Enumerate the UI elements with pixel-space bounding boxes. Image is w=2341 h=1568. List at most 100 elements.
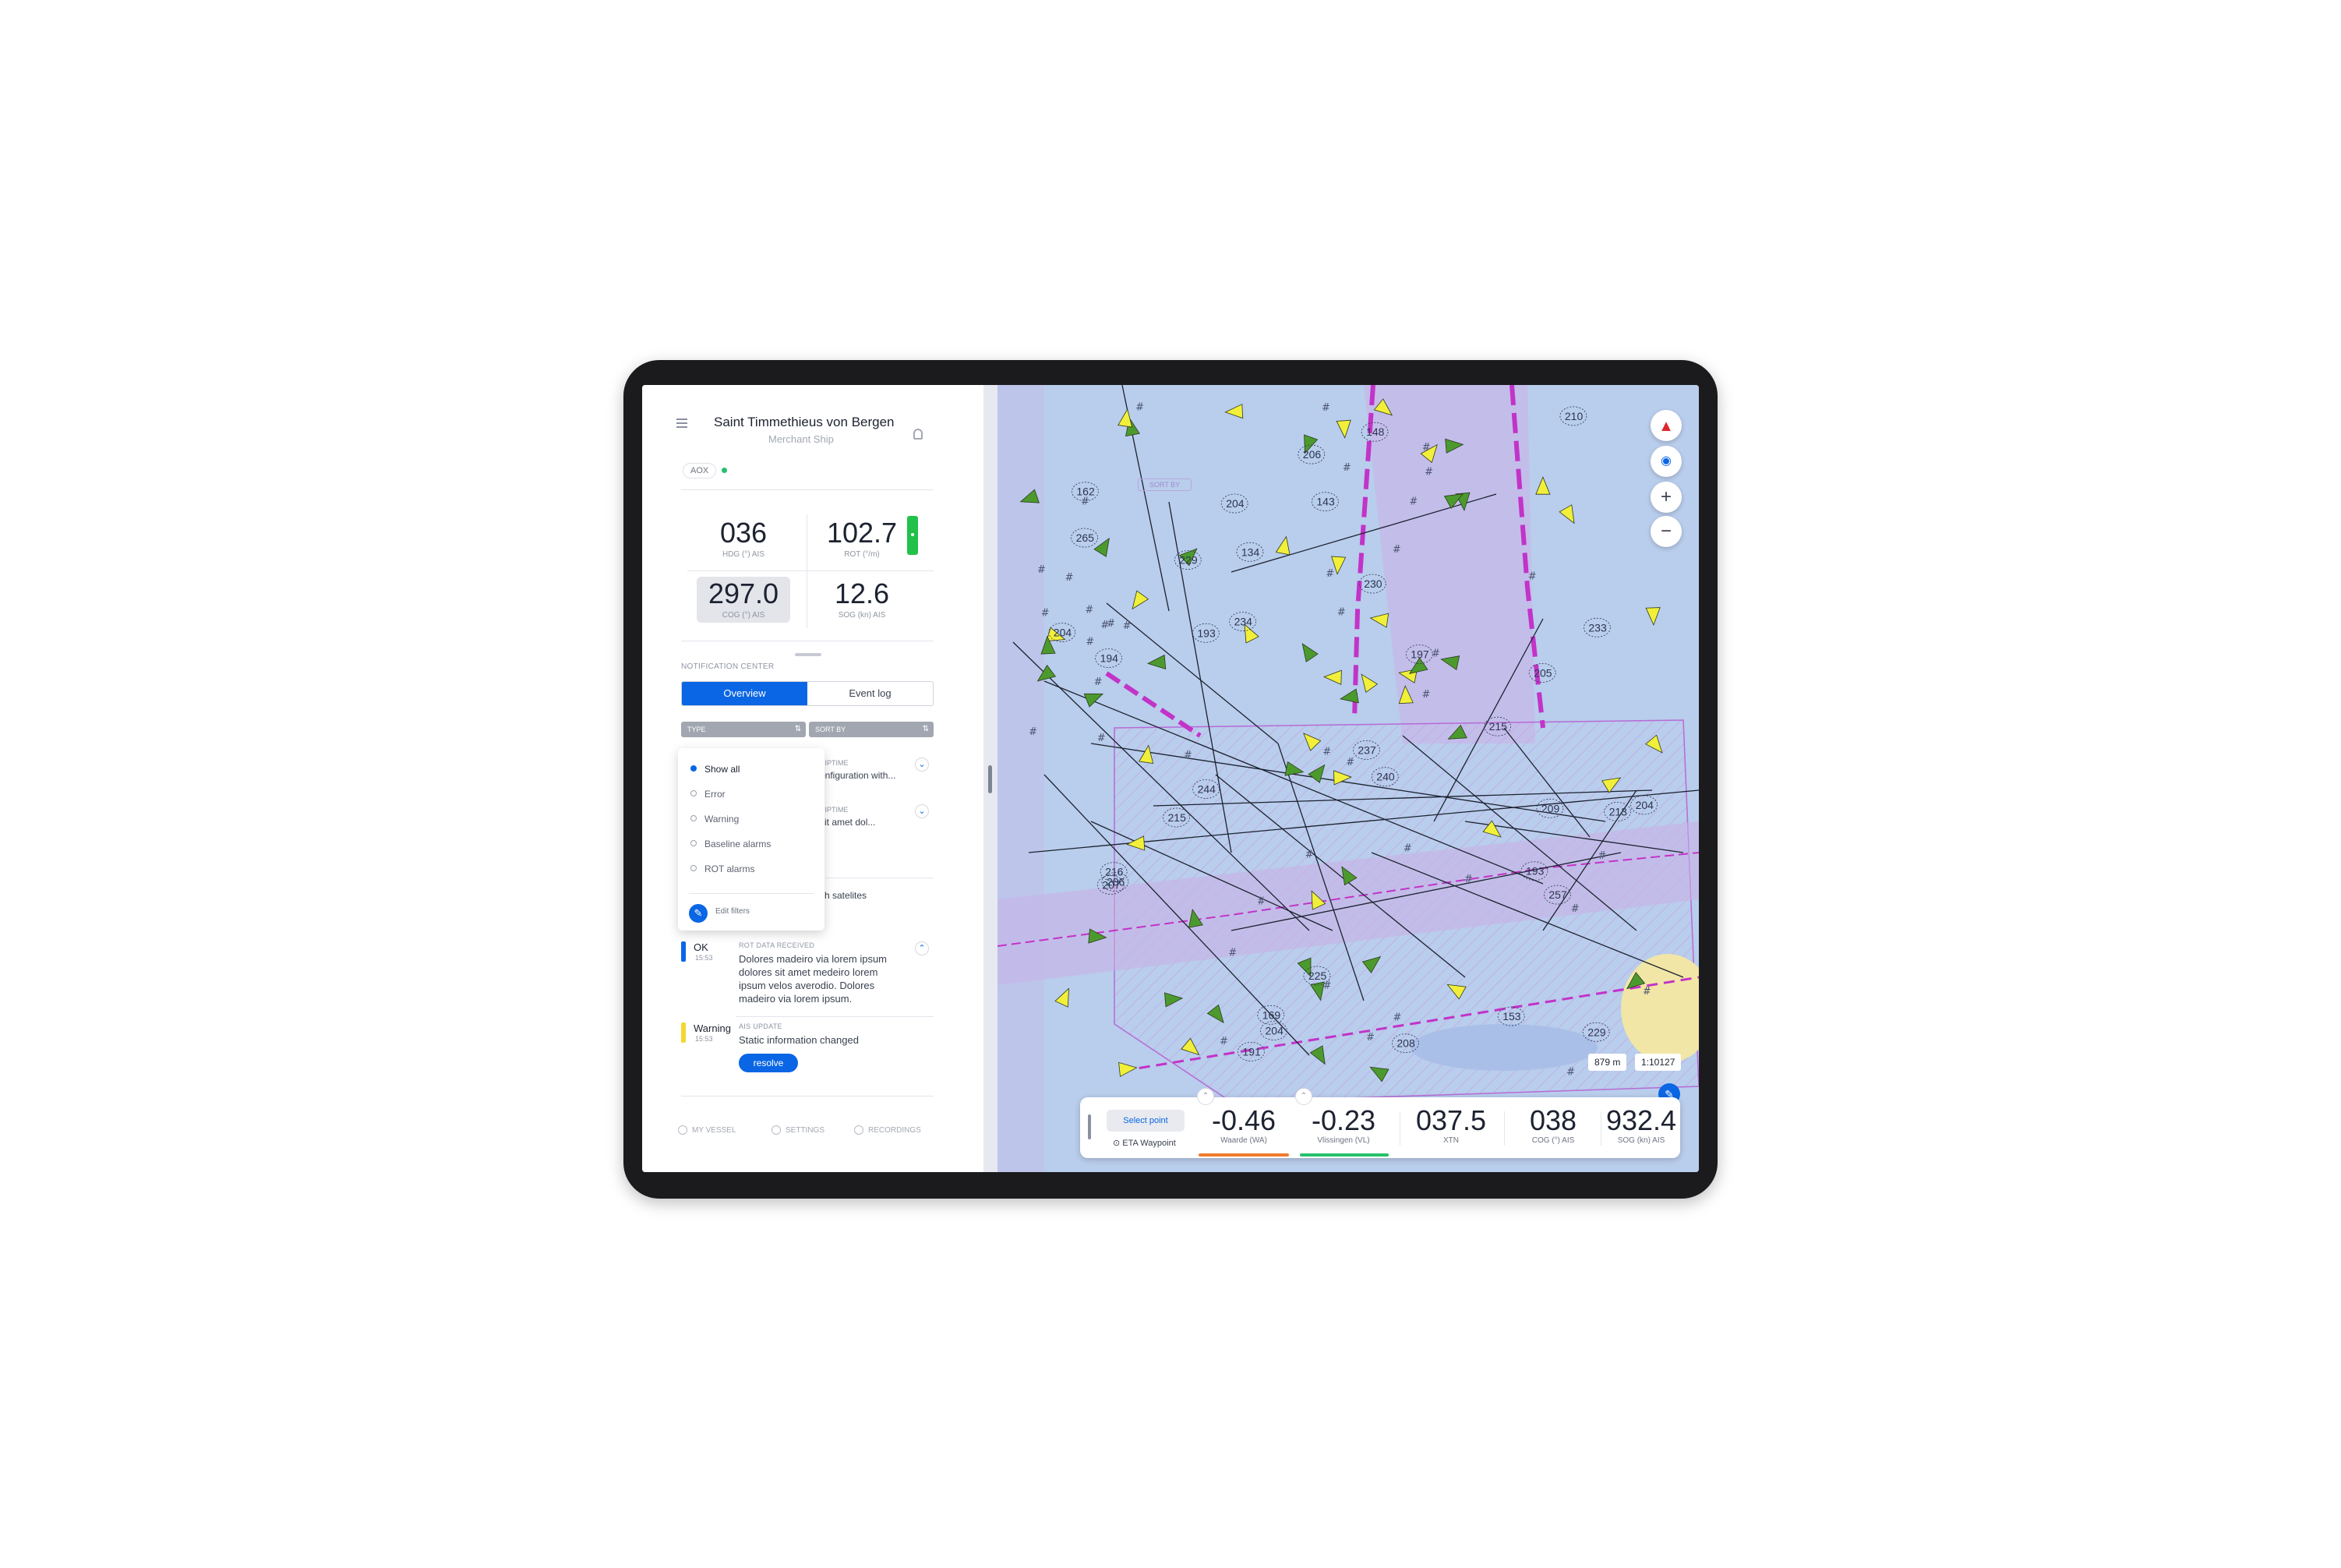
option-rot-alarms[interactable]: ROT alarms: [690, 863, 754, 874]
wreck-symbol: #: [1228, 948, 1237, 959]
sort-by-ghost: SORT BY: [1138, 479, 1192, 491]
option-error[interactable]: Error: [690, 789, 726, 800]
nav-my-vessel[interactable]: MY VESSEL: [678, 1125, 736, 1135]
chevron-up-icon[interactable]: ⌃: [1295, 1088, 1312, 1105]
ais-target[interactable]: [1224, 404, 1244, 419]
bell-icon[interactable]: [913, 429, 923, 440]
depth-sounding: 229: [1179, 554, 1198, 567]
ais-target[interactable]: [1645, 607, 1661, 626]
ais-target[interactable]: [1275, 535, 1293, 556]
menu-icon[interactable]: [673, 416, 689, 430]
divider: [1504, 1111, 1505, 1146]
chevron-down-icon[interactable]: ⌄: [915, 758, 929, 772]
ais-target[interactable]: [1323, 669, 1342, 685]
wreck-symbol: #: [1086, 636, 1094, 648]
notification-level: Warning: [694, 1022, 731, 1034]
vessel-icon: [678, 1125, 687, 1135]
sog-value: 12.6: [834, 577, 890, 609]
zoom-out-button[interactable]: −: [1651, 516, 1682, 547]
locate-button[interactable]: ◉: [1651, 446, 1682, 477]
cog-metric[interactable]: 297.0 COG (°) AIS: [697, 577, 790, 623]
depth-sounding: 193: [1197, 627, 1216, 639]
rot-indicator: [907, 516, 918, 555]
depth-sounding: 233: [1588, 621, 1607, 634]
scale-ratio: 1:10127: [1635, 1054, 1682, 1071]
splitter-handle[interactable]: [988, 765, 992, 793]
chevron-up-icon[interactable]: ⌃: [915, 941, 929, 955]
wreck-symbol: #: [1041, 607, 1050, 619]
vessel-track: [1106, 602, 1279, 744]
ais-target[interactable]: [1054, 986, 1075, 1008]
nav-settings[interactable]: SETTINGS: [772, 1125, 824, 1135]
wreck-symbol: #: [1366, 1032, 1375, 1044]
wreck-symbol: #: [1037, 564, 1046, 576]
ais-target[interactable]: [1297, 640, 1319, 662]
ais-target[interactable]: [1369, 611, 1389, 628]
option-warning[interactable]: Warning: [690, 814, 739, 825]
ais-target[interactable]: [1118, 1061, 1138, 1077]
sort-filter[interactable]: SORT BY: [809, 722, 934, 737]
option-baseline-alarms[interactable]: Baseline alarms: [690, 839, 771, 849]
chevron-down-icon[interactable]: ⌄: [915, 804, 929, 818]
source-badge[interactable]: AOX: [683, 463, 717, 479]
wreck-symbol: #: [1598, 850, 1606, 862]
wreck-symbol: #: [1528, 571, 1537, 583]
depth-sounding: 197: [1411, 648, 1429, 661]
type-filter[interactable]: TYPE: [681, 722, 806, 737]
ais-target[interactable]: [1146, 654, 1167, 670]
tab-overview[interactable]: Overview: [682, 682, 807, 705]
cog-metric-bar: 038 COG (°) AIS: [1529, 1104, 1577, 1146]
divider: [681, 489, 934, 490]
chevron-up-icon[interactable]: ⌃: [1197, 1088, 1214, 1105]
wreck-symbol: #: [1100, 620, 1109, 631]
wreck-symbol: #: [1257, 895, 1266, 907]
ais-target[interactable]: [1093, 535, 1115, 557]
ais-target[interactable]: [1356, 670, 1379, 694]
resolve-button[interactable]: resolve: [739, 1054, 798, 1072]
wreck-symbol: #: [1123, 620, 1132, 632]
depth-sounding: 205: [1534, 666, 1552, 679]
notification-item[interactable]: Warning 15:53 AIS UPDATE Static informat…: [681, 1022, 934, 1077]
cog-value: 297.0: [708, 577, 779, 609]
wreck-symbol: #: [1404, 842, 1412, 854]
wreck-symbol: #: [1322, 402, 1330, 414]
eta-waypoint-label[interactable]: ⊙ ETA Waypoint: [1113, 1138, 1176, 1148]
tide-vlissingen: -0.23 Vlissingen (VL): [1311, 1104, 1376, 1146]
wreck-symbol: #: [1393, 1012, 1402, 1024]
nav-recordings[interactable]: RECORDINGS: [854, 1125, 921, 1135]
rot-value: 102.7: [826, 517, 898, 549]
route-data-bar: Select point ⊙ ETA Waypoint -0.46 Waarde…: [1080, 1088, 1680, 1158]
tablet-frame: Saint Timmethieus von Bergen Merchant Sh…: [623, 360, 1718, 1199]
vessel-type: Merchant Ship: [768, 433, 834, 445]
wreck-symbol: #: [1094, 676, 1103, 688]
wreck-symbol: #: [1337, 607, 1346, 619]
compass-button[interactable]: ▲: [1651, 410, 1682, 441]
note-text: sit amet dol...: [820, 817, 876, 828]
ais-target[interactable]: [1559, 504, 1580, 527]
depth-sounding: 229: [1587, 1026, 1606, 1038]
ais-target[interactable]: [1127, 590, 1149, 613]
edit-filters-button[interactable]: ✎: [689, 904, 708, 923]
divider: [736, 1016, 934, 1017]
option-show-all[interactable]: Show all: [690, 764, 740, 775]
bar-handle[interactable]: [1088, 1114, 1091, 1139]
wreck-symbol: #: [1220, 1036, 1228, 1047]
depth-sounding: 215: [1489, 720, 1508, 733]
depth-sounding: 209: [1541, 802, 1560, 814]
depth-sounding: 237: [1358, 743, 1376, 756]
ais-target[interactable]: [1336, 419, 1351, 439]
wreck-symbol: #: [1346, 757, 1354, 768]
notification-item[interactable]: OK 15:53 ROT DATA RECEIVED Dolores madei…: [681, 941, 934, 1016]
note-text: ith satelites: [820, 890, 867, 901]
select-point-button[interactable]: Select point: [1107, 1110, 1185, 1132]
wreck-symbol: #: [1081, 496, 1089, 508]
drag-handle[interactable]: [795, 653, 821, 656]
tab-event-log[interactable]: Event log: [807, 682, 933, 705]
nautical-map[interactable]: 207 210 230 134 215 215 229 204 205 265 206 208 193 2…: [997, 385, 1699, 1172]
gear-icon: [772, 1125, 781, 1135]
depth-sounding: 204: [1636, 799, 1654, 811]
ais-target[interactable]: [1083, 687, 1105, 708]
zoom-in-button[interactable]: +: [1651, 482, 1682, 513]
wreck-symbol: #: [1097, 733, 1106, 744]
ais-target[interactable]: [1535, 476, 1551, 495]
